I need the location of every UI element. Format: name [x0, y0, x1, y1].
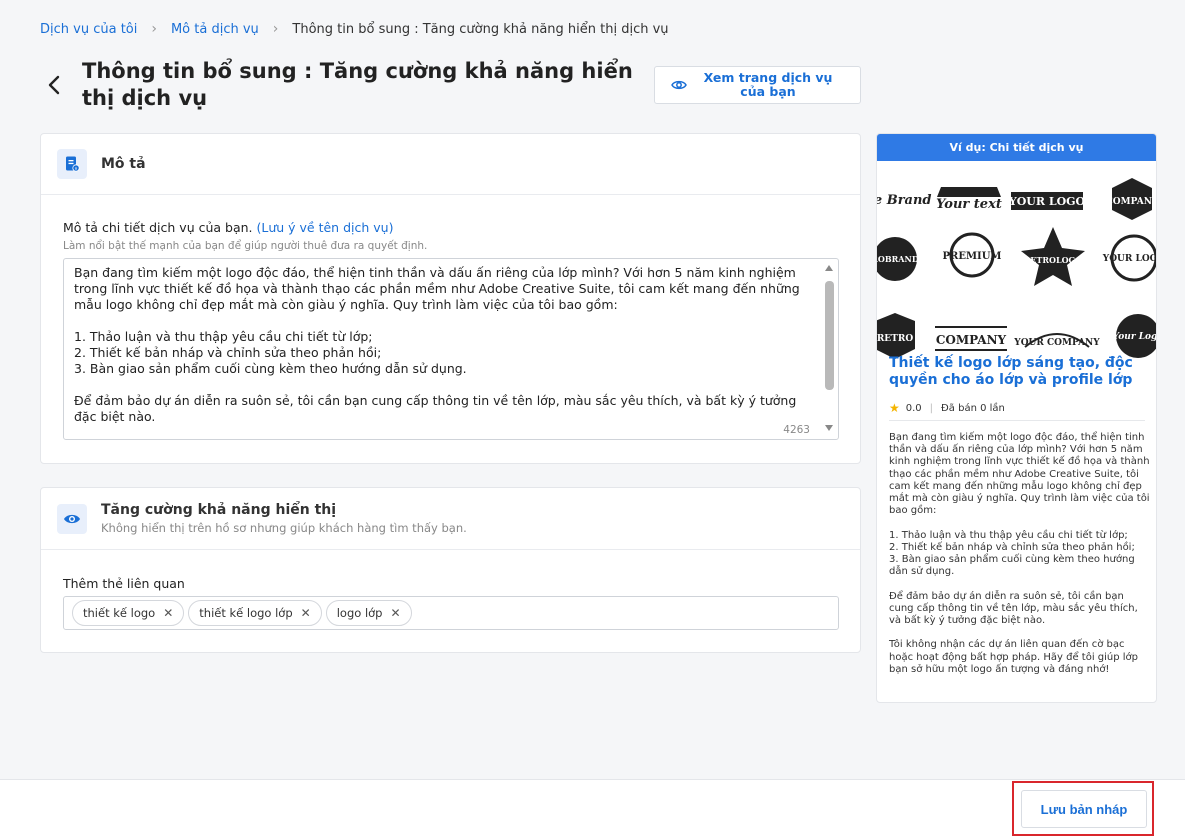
logo-text: COMPANY [1106, 197, 1157, 207]
tag-label: thiết kế logo lớp [199, 606, 293, 620]
preview-sold-count: Đã bán 0 lần [941, 402, 1005, 414]
tags-input[interactable]: thiết kế logo ✕ thiết kế logo lớp ✕ logo l… [63, 596, 839, 630]
stats-divider: | [929, 402, 934, 414]
breadcrumb: Dịch vụ của tôi › Mô tả dịch vụ › Thông … [40, 20, 669, 38]
logo-text: RETROLOGO [1024, 255, 1083, 265]
tag-label: logo lớp [336, 606, 383, 620]
logo-text: Your text [936, 197, 1002, 212]
view-service-page-button[interactable]: Xem trang dịch vụ của bạn [654, 66, 861, 104]
save-draft-button[interactable]: Lưu bản nháp [1021, 790, 1147, 828]
preview-service-title[interactable]: Thiết kế logo lớp sáng tạo, độc quyền ch… [889, 355, 1149, 389]
visibility-card-subtitle: Không hiển thị trên hồ sơ nhưng giúp khá… [101, 521, 467, 535]
page-title: Thông tin bổ sung : Tăng cường khả năng … [82, 59, 633, 110]
description-card-header: Mô tả [41, 134, 860, 195]
logo-text: YOUR LOGO [1008, 195, 1086, 208]
tag-chip: thiết kế logo lớp ✕ [188, 600, 322, 626]
logo-text: Your Logo [1113, 332, 1157, 342]
logo-collage-image: the Brand Your text YOUR LOGO COMPANY RO… [877, 178, 1157, 359]
logo-text: the Brand [877, 193, 932, 208]
preview-rating: 0.0 [905, 402, 922, 414]
visibility-card: Tăng cường khả năng hiển thị Không hiển … [40, 487, 861, 653]
textarea-scrollbar[interactable] [822, 263, 836, 435]
back-button[interactable] [42, 72, 66, 98]
logo-text: PREMIUM [943, 251, 1002, 262]
preview-description: Bạn đang tìm kiếm một logo độc đáo, thể … [889, 432, 1150, 675]
preview-stats: ★ 0.0 | Đã bán 0 lần [889, 401, 1005, 415]
visibility-card-title: Tăng cường khả năng hiển thị [101, 502, 337, 518]
tag-label: thiết kế logo [83, 606, 156, 620]
remove-tag-icon[interactable]: ✕ [390, 606, 400, 620]
service-preview-card: Ví dụ: Chi tiết dịch vụ the Brand Your t… [876, 133, 1157, 703]
tags-label: Thêm thẻ liên quan [63, 576, 185, 591]
remove-tag-icon[interactable]: ✕ [163, 606, 173, 620]
logo-text: YOUR COMPANY [1013, 338, 1100, 348]
logo-text: RETRO [877, 334, 913, 344]
description-field-label-text: Mô tả chi tiết dịch vụ của bạn. [63, 220, 253, 235]
remove-tag-icon[interactable]: ✕ [301, 606, 311, 620]
description-textarea[interactable]: Bạn đang tìm kiếm một logo độc đáo, thể … [63, 258, 839, 440]
star-icon: ★ [889, 401, 900, 415]
character-count: 4263 [783, 424, 810, 436]
eye-icon [671, 80, 687, 90]
chevron-right-icon: › [272, 21, 279, 37]
scroll-down-arrow-icon[interactable] [825, 425, 833, 431]
visibility-card-header: Tăng cường khả năng hiển thị Không hiển … [41, 488, 860, 550]
logo-text: ROBRAND [877, 254, 919, 264]
tag-chip: logo lớp ✕ [325, 600, 412, 626]
description-field-hint: Làm nổi bật thế mạnh của bạn để giúp ngư… [63, 240, 428, 252]
chevron-right-icon: › [151, 21, 157, 37]
chevron-left-icon [48, 75, 60, 95]
eye-icon [57, 503, 87, 534]
breadcrumb-my-services[interactable]: Dịch vụ của tôi [40, 22, 137, 37]
view-service-page-label: Xem trang dịch vụ của bạn [703, 70, 833, 99]
bottom-action-bar [0, 779, 1185, 838]
breadcrumb-service-description[interactable]: Mô tả dịch vụ [171, 22, 259, 37]
service-name-note-link[interactable]: (Lưu ý về tên dịch vụ) [257, 220, 394, 235]
preview-header: Ví dụ: Chi tiết dịch vụ [877, 134, 1156, 161]
document-info-icon [57, 149, 87, 179]
logo-text: YOUR LOGO [1102, 254, 1157, 264]
description-field-label: Mô tả chi tiết dịch vụ của bạn. (Lưu ý v… [63, 220, 393, 235]
preview-divider [889, 420, 1145, 421]
breadcrumb-current: Thông tin bổ sung : Tăng cường khả năng … [292, 21, 669, 37]
description-card: Mô tả Mô tả chi tiết dịch vụ của bạn. (L… [40, 133, 861, 464]
logo-text: COMPANY [936, 333, 1007, 347]
description-card-title: Mô tả [101, 156, 146, 172]
scroll-up-arrow-icon[interactable] [825, 265, 833, 271]
scroll-thumb[interactable] [825, 281, 834, 390]
description-text[interactable]: Bạn đang tìm kiếm một logo độc đáo, thể … [74, 265, 814, 439]
tag-chip: thiết kế logo ✕ [72, 600, 185, 626]
